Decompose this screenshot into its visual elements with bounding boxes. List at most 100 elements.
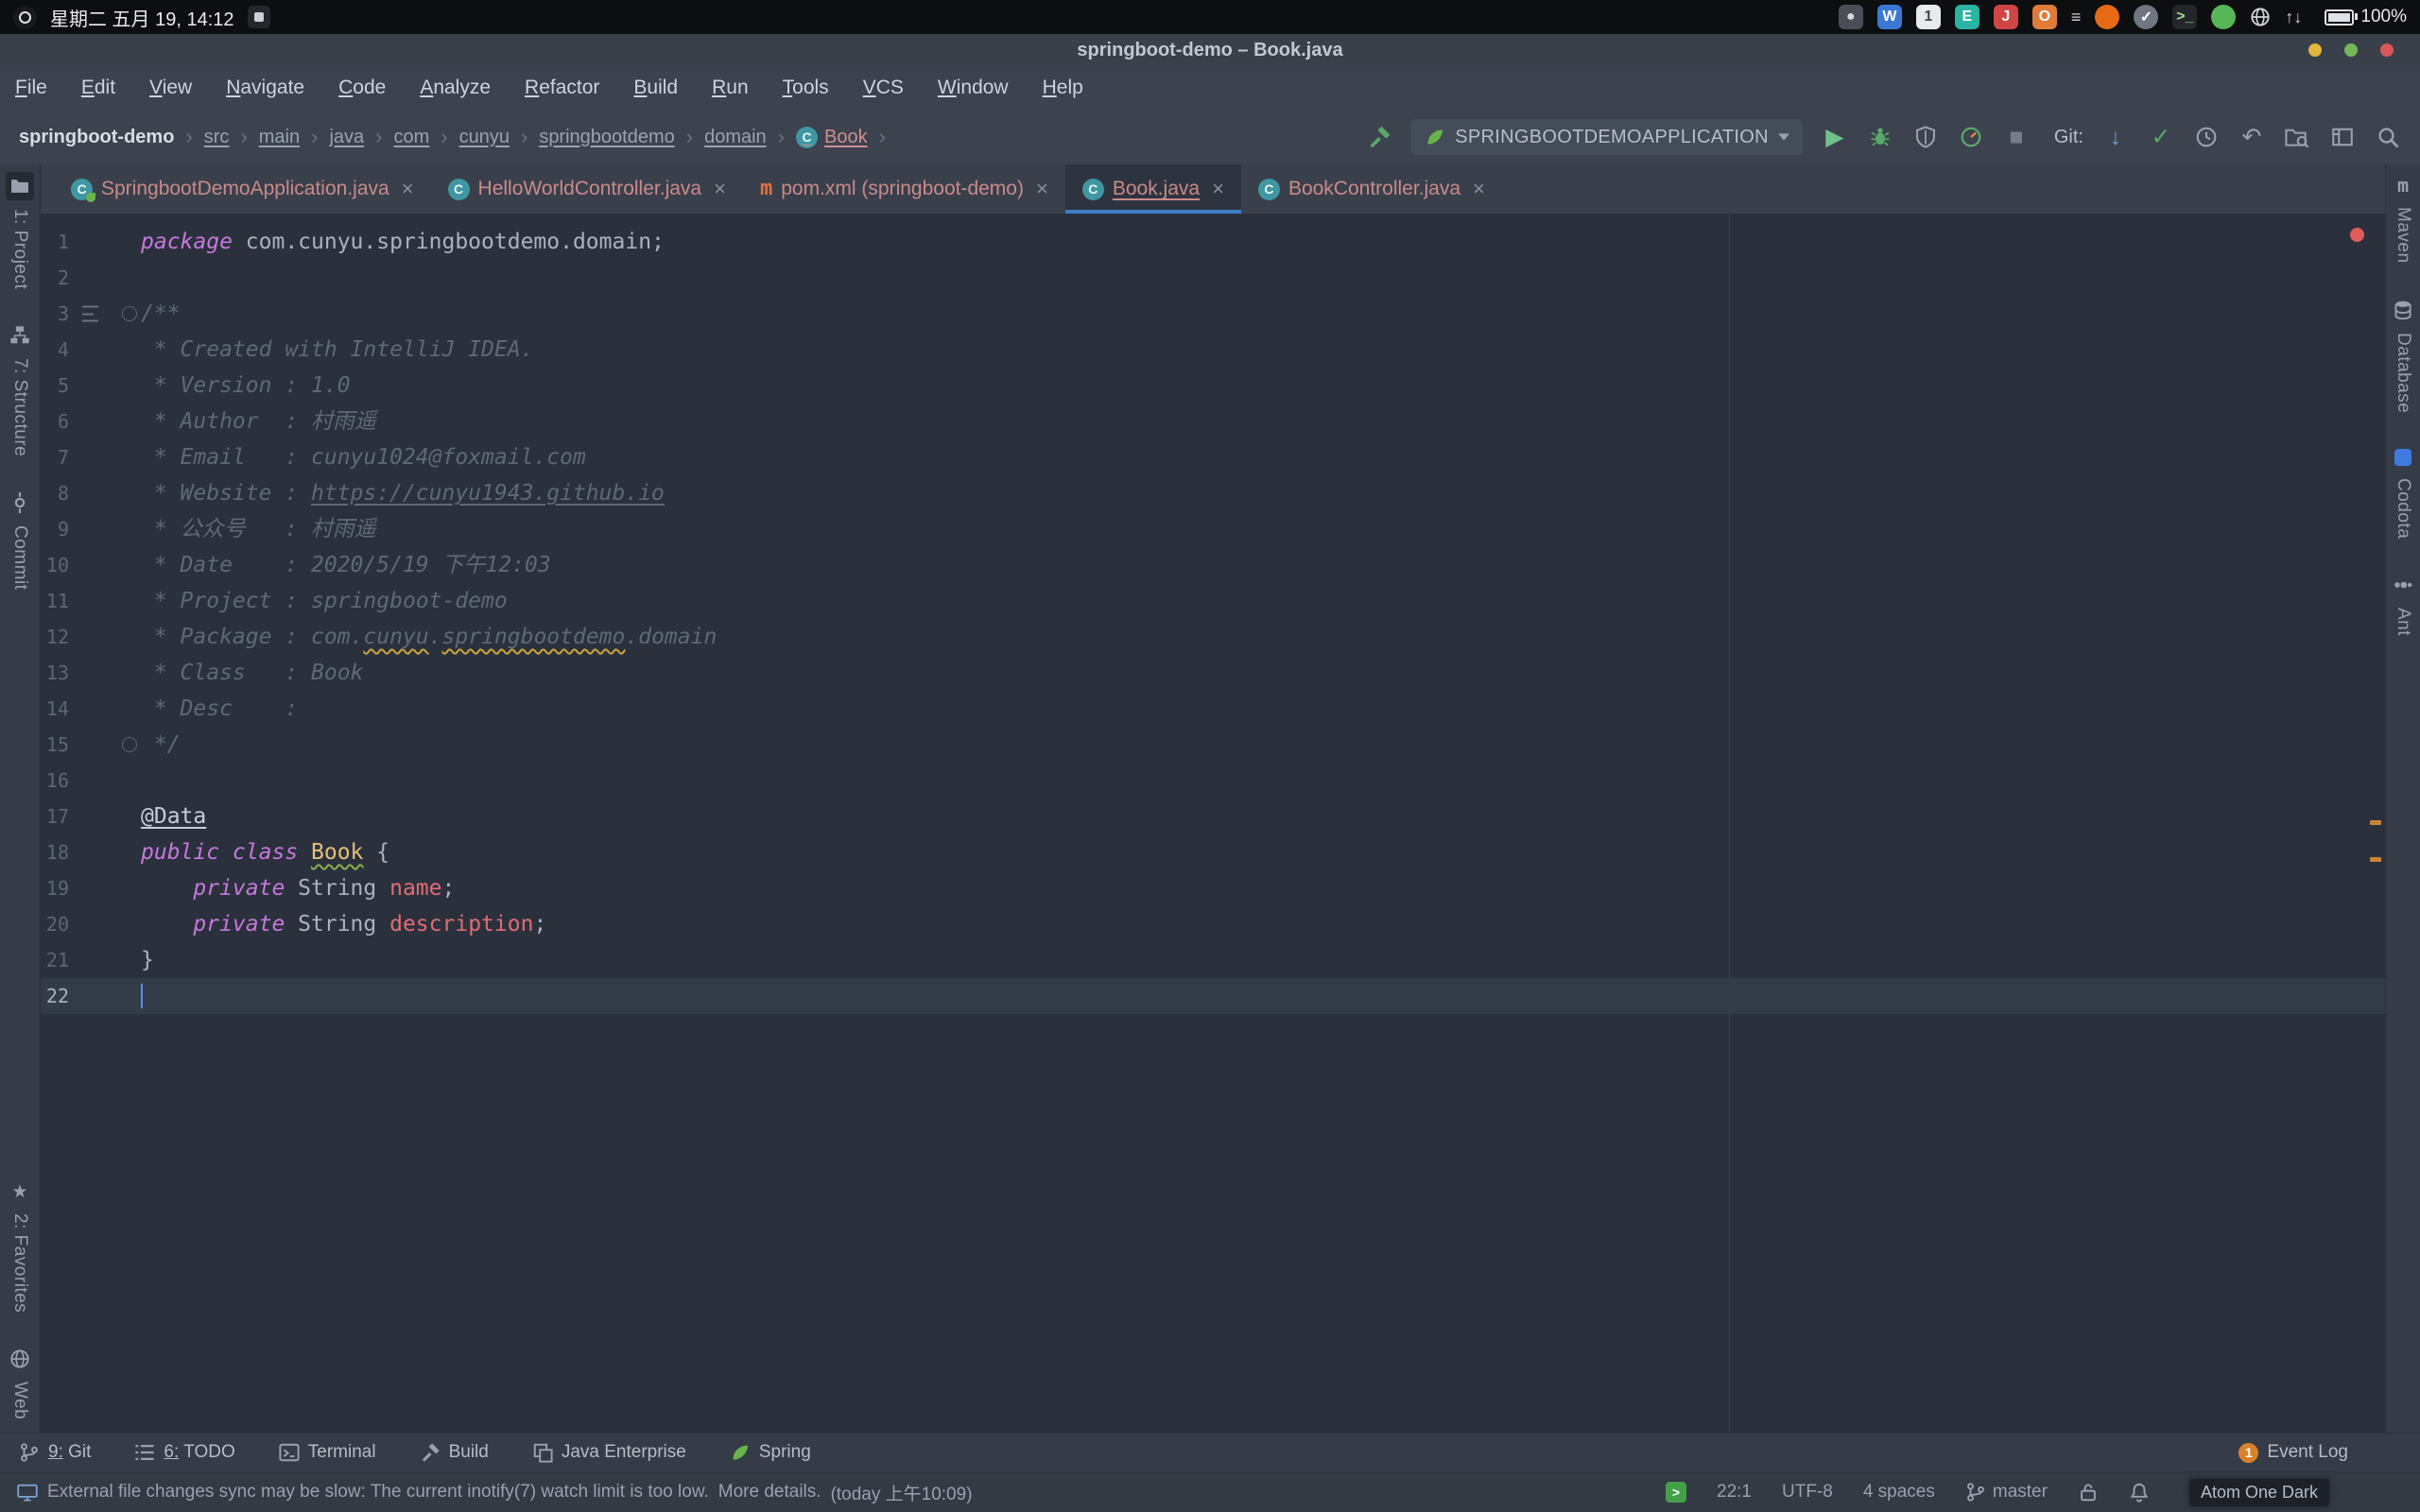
doc-lines-icon[interactable] bbox=[82, 306, 98, 322]
maximize-button[interactable] bbox=[2344, 43, 2358, 57]
line-number[interactable]: 22 bbox=[41, 978, 69, 1014]
launcher-icon[interactable] bbox=[13, 6, 37, 29]
code-editor[interactable]: 1package com.cunyu.springbootdemo.domain… bbox=[41, 215, 2385, 1433]
workspace-switcher-icon[interactable] bbox=[248, 6, 270, 28]
search-everywhere-button[interactable] bbox=[2375, 121, 2401, 153]
system-clock[interactable]: 星期二 五月 19, 14:12 bbox=[50, 4, 234, 31]
line-number[interactable]: 9 bbox=[41, 511, 69, 547]
warning-stripe-mark[interactable] bbox=[2370, 857, 2381, 862]
event-log-button[interactable]: 1 Event Log bbox=[2238, 1442, 2348, 1463]
tray-input-method-icon[interactable]: J bbox=[1994, 5, 2018, 29]
tool-button-6-todo[interactable]: 6: TODO bbox=[134, 1442, 234, 1463]
tool-button-commit[interactable]: Commit bbox=[6, 489, 34, 590]
debug-button[interactable] bbox=[1867, 121, 1893, 153]
window-layout-button[interactable] bbox=[2329, 121, 2356, 153]
editor-tab-pom-xml-springboot-demo[interactable]: mpom.xml (springboot-demo)× bbox=[743, 164, 1065, 214]
tool-button-web[interactable]: Web bbox=[6, 1345, 34, 1419]
lock-icon[interactable] bbox=[2078, 1482, 2099, 1503]
code-line-13[interactable]: 13 * Class : Book bbox=[41, 655, 2385, 691]
find-in-files-button[interactable] bbox=[2284, 121, 2310, 153]
minimize-button[interactable] bbox=[2308, 43, 2322, 57]
breadcrumb-domain[interactable]: domain bbox=[704, 127, 767, 148]
code-line-18[interactable]: 18public class Book { bbox=[41, 834, 2385, 870]
menu-item-help[interactable]: Help bbox=[1043, 77, 1083, 99]
code-line-20[interactable]: 20 private String description; bbox=[41, 906, 2385, 942]
code-line-3[interactable]: 3/** bbox=[41, 296, 2385, 332]
tray-firefox-icon[interactable] bbox=[2095, 5, 2119, 29]
close-tab-icon[interactable]: × bbox=[714, 177, 726, 201]
codota-status-icon[interactable]: > bbox=[1666, 1482, 1686, 1503]
stop-button[interactable]: ■ bbox=[2003, 121, 2030, 153]
line-number[interactable]: 7 bbox=[41, 439, 69, 475]
line-number[interactable]: 12 bbox=[41, 619, 69, 655]
editor-tab-bookcontroller-java[interactable]: CBookController.java× bbox=[1241, 164, 1502, 214]
close-tab-icon[interactable]: × bbox=[402, 177, 414, 201]
run-config-selector[interactable]: SPRINGBOOTDEMOAPPLICATION bbox=[1411, 119, 1803, 155]
breadcrumb-springbootdemo[interactable]: springbootdemo bbox=[539, 127, 674, 148]
line-number[interactable]: 19 bbox=[41, 870, 69, 906]
breadcrumb-cunyu[interactable]: cunyu bbox=[459, 127, 510, 148]
doc-render-toggle-icon[interactable] bbox=[122, 306, 137, 321]
line-number[interactable]: 8 bbox=[41, 475, 69, 511]
line-number[interactable]: 17 bbox=[41, 799, 69, 834]
encoding-widget[interactable]: UTF-8 bbox=[1782, 1482, 1833, 1503]
tray-terminal-tray-icon[interactable]: >_ bbox=[2172, 5, 2197, 29]
indent-widget[interactable]: 4 spaces bbox=[1863, 1482, 1935, 1503]
line-number[interactable]: 13 bbox=[41, 655, 69, 691]
tool-button-2-favorites[interactable]: ★2: Favorites bbox=[8, 1179, 31, 1313]
tray-wps-writer-icon[interactable]: W bbox=[1877, 5, 1902, 29]
tray-clipboard-icon[interactable]: ≡ bbox=[2071, 8, 2082, 27]
code-line-5[interactable]: 5 * Version : 1.0 bbox=[41, 368, 2385, 404]
more-details-link[interactable]: More details. bbox=[718, 1482, 821, 1503]
breadcrumb-src[interactable]: src bbox=[204, 127, 230, 148]
notifications-bell-icon[interactable] bbox=[2129, 1482, 2150, 1503]
menu-item-analyze[interactable]: Analyze bbox=[420, 77, 491, 99]
coverage-button[interactable] bbox=[1912, 121, 1939, 153]
line-number[interactable]: 10 bbox=[41, 547, 69, 583]
line-number[interactable]: 18 bbox=[41, 834, 69, 870]
code-line-7[interactable]: 7 * Email : cunyu1024@foxmail.com bbox=[41, 439, 2385, 475]
breadcrumb-book[interactable]: CBook bbox=[796, 127, 868, 148]
code-line-4[interactable]: 4 * Created with IntelliJ IDEA. bbox=[41, 332, 2385, 368]
code-line-2[interactable]: 2 bbox=[41, 260, 2385, 296]
error-stripe[interactable] bbox=[2368, 215, 2383, 1433]
update-project-button[interactable]: ↓ bbox=[2102, 121, 2129, 153]
line-number[interactable]: 3 bbox=[41, 296, 69, 332]
profiler-button[interactable] bbox=[1958, 121, 1984, 153]
menu-item-file[interactable]: File bbox=[15, 77, 47, 99]
battery-indicator[interactable]: 100% bbox=[2325, 7, 2407, 27]
code-line-17[interactable]: 17@Data bbox=[41, 799, 2385, 834]
close-tab-icon[interactable]: × bbox=[1473, 177, 1485, 201]
menu-item-vcs[interactable]: VCS bbox=[863, 77, 904, 99]
breadcrumb-main[interactable]: main bbox=[259, 127, 300, 148]
code-line-1[interactable]: 1package com.cunyu.springbootdemo.domain… bbox=[41, 224, 2385, 260]
code-line-11[interactable]: 11 * Project : springboot-demo bbox=[41, 583, 2385, 619]
run-button[interactable]: ▶ bbox=[1822, 121, 1848, 153]
build-hammer-button[interactable] bbox=[1366, 121, 1392, 153]
tray-screenshot-icon[interactable]: ● bbox=[1839, 5, 1863, 29]
commit-button[interactable]: ✓ bbox=[2148, 121, 2174, 153]
breadcrumb-java[interactable]: java bbox=[329, 127, 364, 148]
editor-tab-springbootdemoapplication-java[interactable]: CSpringbootDemoApplication.java× bbox=[54, 164, 431, 214]
menu-item-tools[interactable]: Tools bbox=[783, 77, 829, 99]
doc-render-toggle-icon[interactable] bbox=[122, 737, 137, 752]
tray-network-icon[interactable] bbox=[2250, 7, 2271, 27]
editor-tab-helloworldcontroller-java[interactable]: CHelloWorldController.java× bbox=[431, 164, 743, 214]
tool-button-codota[interactable]: Codota bbox=[2391, 445, 2415, 539]
code-line-14[interactable]: 14 * Desc : bbox=[41, 691, 2385, 727]
breadcrumb-com[interactable]: com bbox=[393, 127, 429, 148]
menu-item-run[interactable]: Run bbox=[712, 77, 749, 99]
menu-item-refactor[interactable]: Refactor bbox=[525, 77, 599, 99]
menu-item-code[interactable]: Code bbox=[338, 77, 386, 99]
line-number[interactable]: 1 bbox=[41, 224, 69, 260]
line-number[interactable]: 14 bbox=[41, 691, 69, 727]
line-number[interactable]: 20 bbox=[41, 906, 69, 942]
menu-item-view[interactable]: View bbox=[149, 77, 192, 99]
code-line-10[interactable]: 10 * Date : 2020/5/19 下午12:03 bbox=[41, 547, 2385, 583]
close-button[interactable] bbox=[2380, 43, 2394, 57]
line-number[interactable]: 4 bbox=[41, 332, 69, 368]
tool-button-7-structure[interactable]: 7: Structure bbox=[6, 321, 34, 456]
code-line-6[interactable]: 6 * Author : 村雨遥 bbox=[41, 404, 2385, 439]
tool-button-java-enterprise[interactable]: Java Enterprise bbox=[532, 1442, 686, 1463]
tool-button-maven[interactable]: mMaven bbox=[2393, 172, 2413, 264]
